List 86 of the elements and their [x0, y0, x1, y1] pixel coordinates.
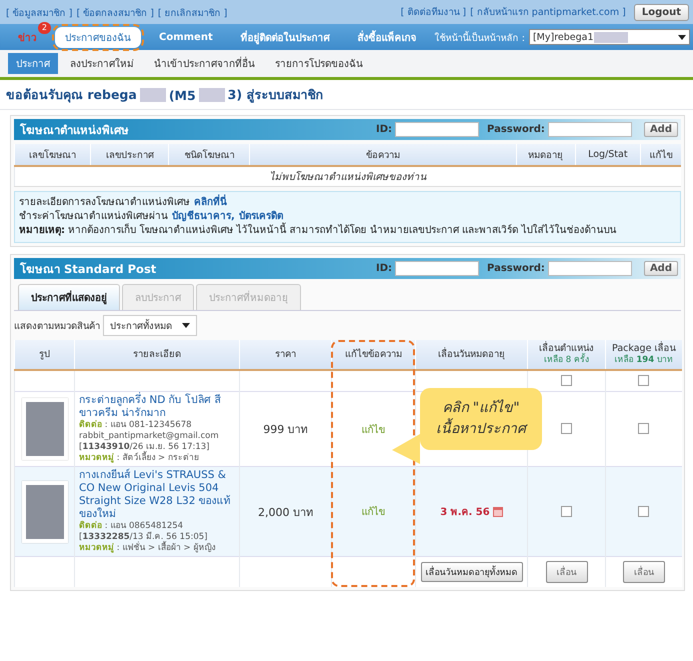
callout-text: คลิก "แก้ไข" — [441, 398, 521, 418]
bump-button[interactable]: เลื่อน — [622, 561, 665, 583]
add-button[interactable]: Add — [644, 261, 678, 276]
home-page-label: ใช้หน้านี้เป็นหน้าหลัก : — [434, 30, 525, 44]
panel-title: โฆษณา Standard Post — [20, 260, 156, 278]
checkbox[interactable] — [638, 423, 650, 434]
member-link[interactable]: [ ข้อตกลงสมาชิก ] — [76, 8, 154, 18]
column-header: ราคา — [240, 340, 332, 370]
home-page-select[interactable]: [My]rebega1 — [528, 29, 690, 45]
info-text: ชำระค่าโฆษณาตำแหน่งพิเศษผ่าน — [19, 211, 168, 222]
nav-tab[interactable]: สั่งซื้อแพ็คเกจ — [348, 26, 427, 48]
calendar-icon[interactable] — [492, 507, 503, 518]
password-label: Password: — [487, 263, 545, 274]
password-label: Password: — [487, 124, 545, 135]
sub-tab[interactable]: ลงประกาศใหม่ — [62, 53, 142, 74]
empty-message: ไม่พบโฆษณาตำแหน่งพิเศษของท่าน — [14, 166, 681, 186]
header-link[interactable]: [ ติดต่อทีมงาน ] — [400, 6, 466, 18]
welcome-text: 3) สู่ระบบสมาชิก — [228, 86, 324, 105]
password-field[interactable] — [548, 261, 632, 276]
listing-title[interactable]: กระต่ายลูกครึ่ง ND กับ โปลิศ สีขาวครีม น่ารักมาก — [79, 394, 235, 420]
welcome-text: (M5 — [168, 88, 196, 102]
column-header: เลขโฆษณา — [14, 144, 91, 166]
category-select[interactable]: ประกาศทั้งหมด — [103, 315, 197, 336]
link[interactable]: คลิกที่นี่ — [194, 197, 227, 208]
bump-button[interactable]: เลื่อน — [546, 561, 588, 583]
column-header: รายละเอียด — [74, 340, 240, 370]
column-header: หมดอายุ — [516, 144, 576, 166]
redaction-block — [198, 88, 225, 102]
listing-reference: [11343910/26 เม.ย. 56 17:13] — [79, 442, 210, 452]
extend-all-button[interactable]: เลื่อนวันหมดอายุทั้งหมด — [420, 562, 522, 582]
link[interactable]: บัตรเครดิต — [238, 211, 283, 222]
contact-text: ติดต่อ : แอน 081-12345678 — [79, 420, 193, 431]
header-link[interactable]: [ กลับหน้าแรก pantipmarket.com ] — [470, 6, 626, 18]
member-link[interactable]: [ ยกเลิกสมาชิก ] — [158, 8, 228, 18]
column-header: ข้อความ — [250, 144, 516, 166]
link[interactable]: บัญชีธนาคาร, — [172, 211, 235, 222]
dropdown-caret-icon — [182, 323, 190, 328]
price: 999 บาท — [263, 423, 308, 436]
checkbox[interactable] — [638, 506, 650, 517]
logout-button[interactable]: Logout — [634, 4, 689, 20]
sub-tab[interactable]: นำเข้าประกาศจากที่อื่น — [146, 53, 263, 74]
sub-tab[interactable]: รายการโปรดของฉัน — [267, 53, 371, 74]
id-label: ID: — [376, 263, 392, 274]
photo-placeholder — [22, 480, 68, 542]
checkbox[interactable] — [638, 375, 650, 386]
redaction-block — [140, 88, 166, 102]
listing-title[interactable]: กางเกงยีนส์ Levi's STRAUSS & CO New Original Levis 504 Straight Size W28 L32 ของแท้ ของใหม่ — [79, 469, 235, 521]
price: 2,000 บาท — [258, 506, 313, 518]
column-header: แก้ไข — [640, 144, 681, 166]
add-button[interactable]: Add — [644, 122, 678, 137]
tab[interactable]: ประกาศที่แสดงอยู่ — [18, 284, 120, 310]
sub-tab[interactable]: ประกาศ — [8, 53, 58, 74]
edit-link[interactable]: แก้ไข — [362, 507, 386, 518]
listing-reference: [13332285/13 มี.ค. 56 15:05] — [79, 532, 208, 542]
nav-tab[interactable]: ประกาศของฉัน — [55, 26, 141, 48]
contact-text: ติดต่อ : แอน 0865481254 — [79, 521, 184, 532]
panel-title: โฆษณาตำแหน่งพิเศษ — [20, 122, 129, 138]
column-header: แก้ไขข้อความ — [332, 340, 416, 370]
column-header: เลขประกาศ — [90, 144, 169, 166]
column-header: Package เลื่อน เหลือ 194 บาท — [606, 340, 682, 370]
id-field[interactable] — [395, 122, 480, 137]
column-header: Log/Stat — [575, 144, 641, 166]
edit-link[interactable]: แก้ไข — [362, 424, 386, 436]
welcome-text: ขอต้อนรับคุณ rebega — [6, 86, 137, 105]
checkbox[interactable] — [561, 506, 572, 517]
checkbox[interactable] — [561, 375, 572, 386]
nav-tab[interactable]: Comment — [149, 28, 223, 46]
category-text: หมวดหมู่ : แฟชั่น > เสื้อผ้า > ผู้หญิง — [79, 543, 216, 554]
nav-tab[interactable]: ที่อยู่ติดต่อในประกาศ — [230, 26, 340, 48]
filter-label: แสดงตามหมวดสินค้า — [14, 320, 100, 333]
expiry-date: 3 พ.ค. 56 — [440, 507, 490, 518]
member-link[interactable]: [ ข้อมูลสมาชิก ] — [6, 8, 72, 18]
info-text: หมายเหตุ: หากต้องการเก็บ โฆษณาตำแหน่งพิเศษ ไว้ในหน้านี้ สามารถทำได้โดย นำหมายเลขประกาศ และพาสเวิร์ด ไปใส่ไว้ในช่องด้านบน — [19, 225, 616, 236]
checkbox[interactable] — [561, 423, 572, 434]
column-header: เลื่อนวันหมดอายุ — [416, 340, 528, 370]
email-text: rabbit_pantipmarket@gmail.com — [79, 431, 220, 442]
password-field[interactable] — [548, 122, 632, 137]
column-header: ชนิดโฆษณา — [168, 144, 250, 166]
column-header: รูป — [14, 340, 74, 370]
info-text: รายละเอียดการลงโฆษณาตำแหน่งพิเศษ — [19, 197, 190, 208]
category-text: หมวดหมู่ : สัตว์เลี้ยง > กระต่าย — [79, 453, 200, 464]
id-label: ID: — [376, 124, 392, 135]
dropdown-caret-icon — [678, 34, 686, 40]
id-field[interactable] — [395, 261, 480, 276]
column-header: เลื่อนตำแหน่ง เหลือ 8 ครั้ง — [528, 340, 606, 370]
callout-text: เนื้อหาประกาศ — [436, 419, 526, 440]
